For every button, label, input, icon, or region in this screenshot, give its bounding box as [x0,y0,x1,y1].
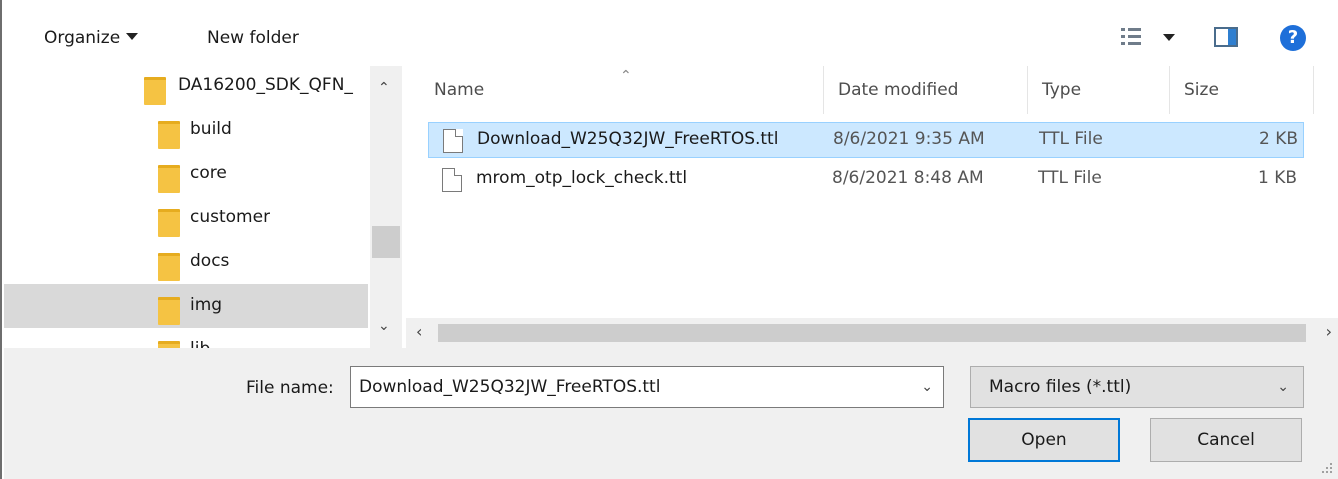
organize-button[interactable]: Organize [44,22,139,54]
column-header-name[interactable]: Name ⌃ [420,66,824,114]
details-view-icon [1121,28,1141,46]
file-icon [442,168,462,192]
folder-icon [158,253,180,281]
file-type-value: Macro files (*.ttl) [989,377,1132,397]
file-name-value: Download_W25Q32JW_FreeRTOS.ttl [359,377,661,397]
scroll-up-icon[interactable]: ⌃ [378,80,390,96]
folder-icon [144,77,166,105]
scroll-left-icon[interactable]: ‹ [416,322,422,341]
file-open-dialog: Organize New folder ? DA16200_SDK_QFN_ b… [0,0,1338,479]
nav-item-customer[interactable]: customer [4,196,368,240]
file-icon [443,129,463,153]
file-name-input[interactable]: Download_W25Q32JW_FreeRTOS.ttl ⌄ [350,366,944,408]
file-type: TTL File [1038,168,1102,188]
horizontal-scroll-thumb[interactable] [438,324,1306,342]
chevron-down-icon [1163,34,1175,41]
column-header-date[interactable]: Date modified [824,66,1028,114]
nav-item-core[interactable]: core [4,152,368,196]
file-name: mrom_otp_lock_check.ttl [476,168,688,188]
chevron-down-icon[interactable]: ⌄ [921,379,933,395]
file-size: 2 KB [1259,129,1299,149]
nav-item-label: core [190,163,227,183]
file-row[interactable]: Download_W25Q32JW_FreeRTOS.ttl 8/6/2021 … [428,122,1304,158]
folder-icon [158,165,180,193]
folder-icon [158,297,180,325]
open-button[interactable]: Open [968,418,1120,462]
file-type: TTL File [1039,129,1103,149]
file-type-select[interactable]: Macro files (*.ttl) ⌄ [970,366,1304,408]
nav-item-sdk[interactable]: DA16200_SDK_QFN_ [4,66,368,108]
change-view-button[interactable] [1121,24,1191,52]
dialog-footer: File name: Download_W25Q32JW_FreeRTOS.tt… [4,348,1338,479]
file-row[interactable]: mrom_otp_lock_check.ttl 8/6/2021 8:48 AM… [428,162,1304,198]
file-list: Name ⌃ Date modified Type Size Download_… [406,66,1338,348]
nav-scrollbar[interactable]: ⌃ ⌄ [370,66,402,348]
file-date: 8/6/2021 8:48 AM [832,168,984,188]
column-header-size[interactable]: Size [1170,66,1314,114]
nav-item-docs[interactable]: docs [4,240,368,284]
sort-ascending-icon: ⌃ [620,68,632,84]
new-folder-button[interactable]: New folder [207,22,299,54]
scroll-right-icon[interactable]: › [1326,322,1332,341]
chevron-down-icon [126,32,139,40]
nav-item-label: DA16200_SDK_QFN_ [178,75,353,95]
nav-item-label: lib [190,339,210,348]
nav-item-label: img [190,295,223,315]
file-size: 1 KB [1258,168,1298,188]
nav-scroll-thumb[interactable] [372,226,400,258]
nav-item-build[interactable]: build [4,108,368,152]
cancel-button[interactable]: Cancel [1150,418,1302,462]
column-header-label: Name [434,80,485,100]
preview-pane-icon[interactable] [1214,27,1238,47]
organize-label: Organize [44,28,121,48]
chevron-down-icon: ⌄ [1277,379,1289,395]
help-icon[interactable]: ? [1280,25,1306,51]
file-name: Download_W25Q32JW_FreeRTOS.ttl [477,129,779,149]
nav-item-img[interactable]: img [4,284,368,328]
nav-item-label: build [190,119,232,139]
navigation-pane: DA16200_SDK_QFN_ build core customer doc… [4,66,402,348]
column-header-type[interactable]: Type [1028,66,1170,114]
folder-icon [158,209,180,237]
folder-icon [158,341,180,348]
nav-item-label: customer [190,207,271,227]
nav-item-lib[interactable]: lib [4,328,368,348]
file-name-label: File name: [246,378,334,398]
nav-item-label: docs [190,251,230,271]
folder-icon [158,121,180,149]
file-date: 8/6/2021 9:35 AM [833,129,985,149]
resize-grip-icon[interactable] [1320,461,1332,473]
scroll-down-icon[interactable]: ⌄ [378,318,390,334]
horizontal-scrollbar[interactable]: ‹ › [406,318,1338,348]
